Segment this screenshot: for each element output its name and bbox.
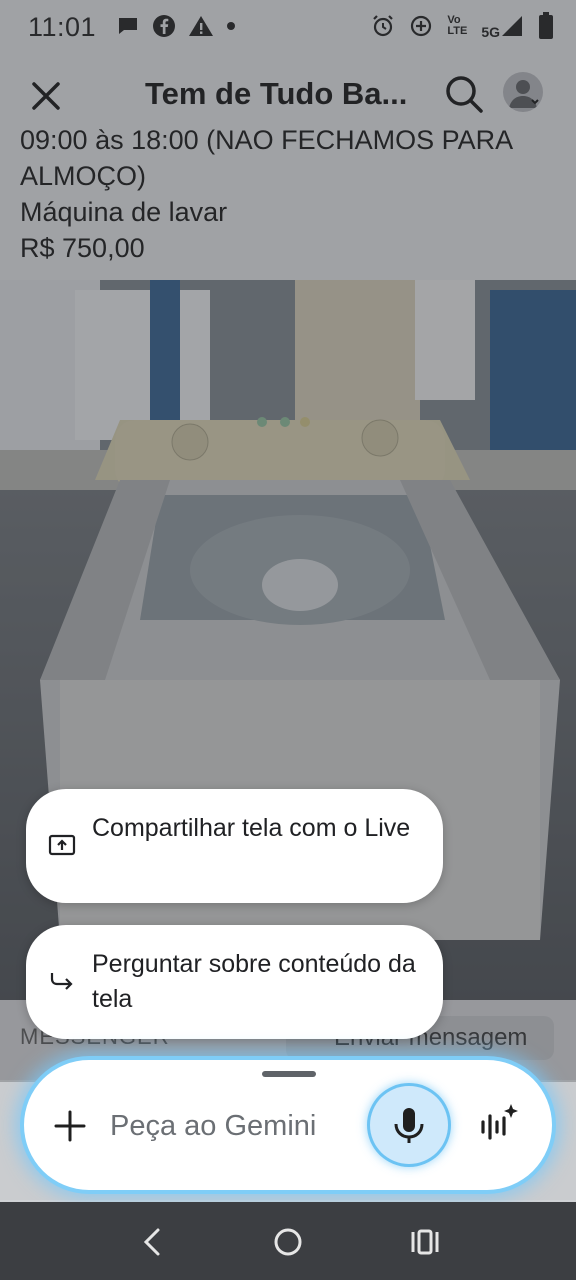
home-icon[interactable] — [272, 1226, 304, 1258]
share-screen-label: Compartilhar tela com o Live — [92, 814, 411, 842]
ask-about-screen-chip[interactable]: Perguntar sobre conteúdo da tela — [26, 925, 443, 1039]
recent-apps-icon[interactable] — [408, 1226, 442, 1258]
reply-arrow-icon — [50, 973, 73, 990]
ask-about-screen-label: Perguntar sobre conteúdo da tela — [92, 950, 416, 1013]
gemini-prompt-input[interactable] — [110, 1102, 360, 1150]
back-icon[interactable] — [138, 1226, 168, 1258]
add-icon[interactable] — [50, 1106, 90, 1146]
share-screen-live-chip[interactable]: Compartilhar tela com o Live — [26, 789, 443, 903]
drag-handle[interactable] — [262, 1071, 316, 1077]
gemini-live-icon[interactable] — [474, 1100, 520, 1146]
microphone-button[interactable] — [370, 1086, 448, 1164]
screen-share-icon — [48, 834, 76, 856]
navigation-bar — [0, 1202, 576, 1280]
microphone-icon — [394, 1108, 424, 1143]
